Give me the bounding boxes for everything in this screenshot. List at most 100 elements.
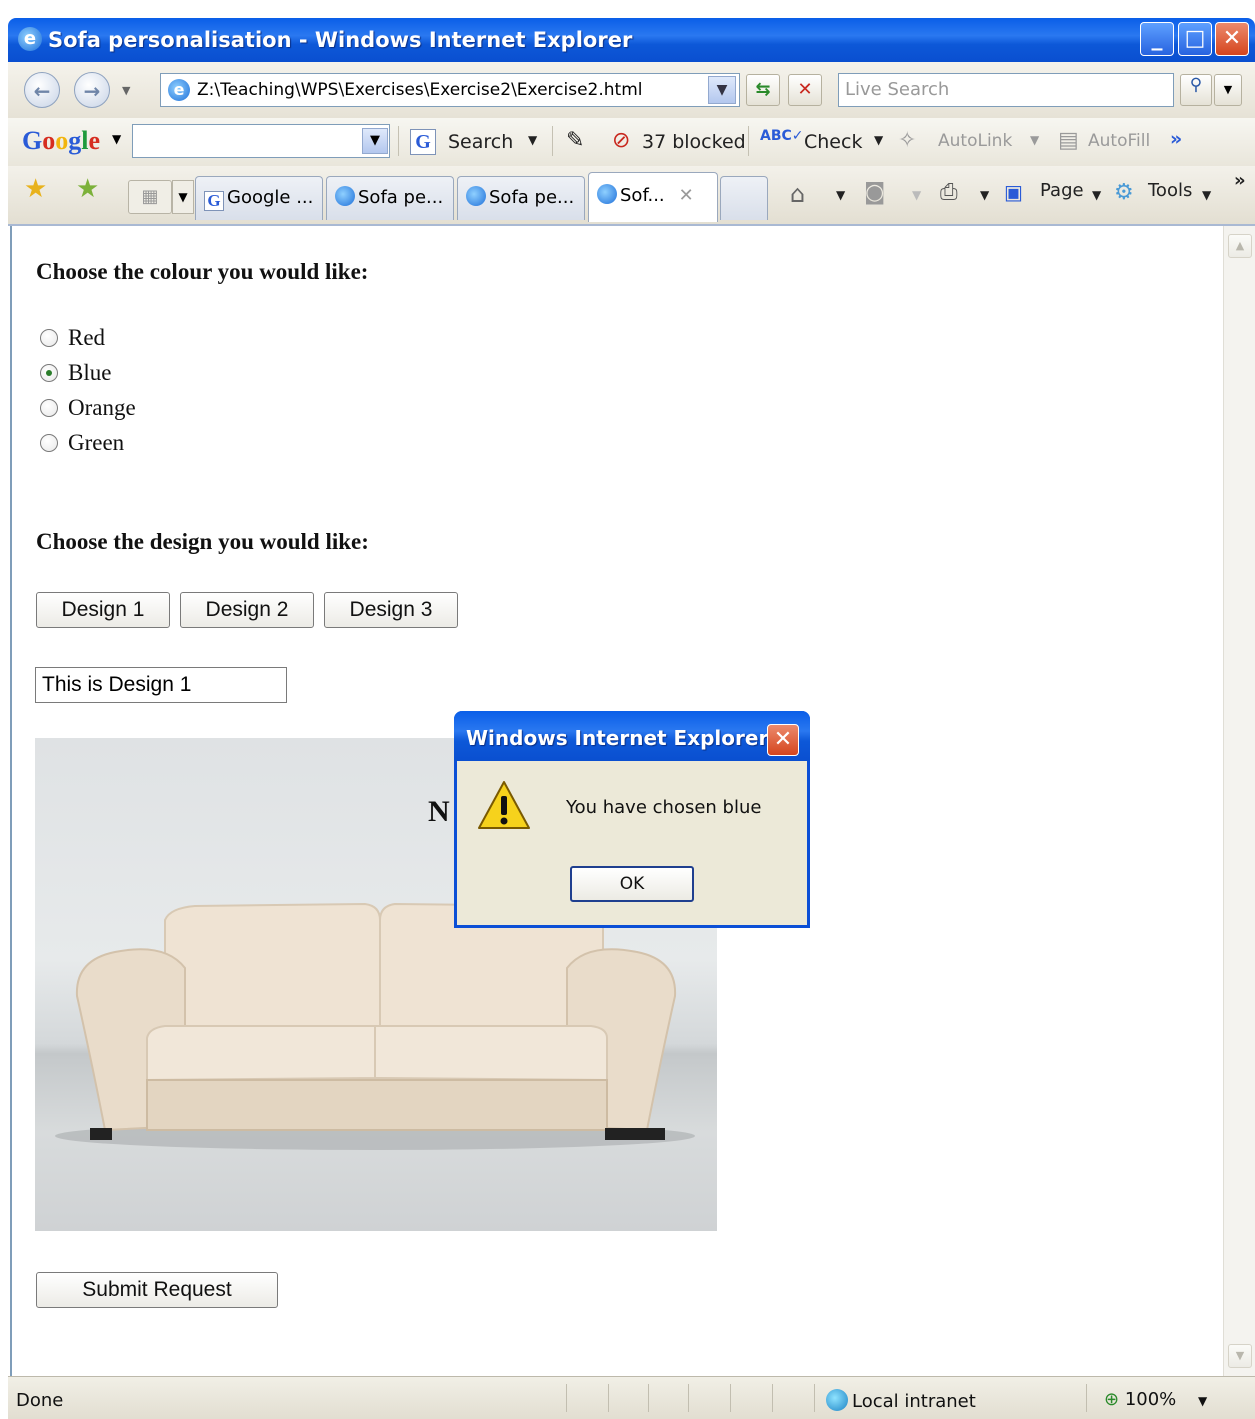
favorites-star-icon[interactable]: ★ bbox=[24, 174, 47, 204]
search-button[interactable]: ⚲ bbox=[1180, 74, 1212, 106]
zoom-control[interactable]: ⊕ 100% ▼ bbox=[1104, 1389, 1207, 1410]
intranet-globe-icon bbox=[826, 1389, 848, 1411]
stop-button[interactable]: ✕ bbox=[788, 74, 822, 106]
zoom-dropdown[interactable]: ▼ bbox=[1198, 1394, 1207, 1408]
tab-label: Sofa pe... bbox=[358, 187, 444, 208]
submit-request-button[interactable]: Submit Request bbox=[36, 1272, 278, 1308]
feeds-dropdown[interactable]: ▼ bbox=[912, 188, 921, 202]
autofill-button[interactable]: AutoFill bbox=[1088, 131, 1150, 151]
radio-red[interactable]: Red bbox=[40, 325, 105, 351]
home-dropdown[interactable]: ▼ bbox=[836, 188, 845, 202]
status-separator bbox=[566, 1384, 567, 1412]
check-button[interactable]: Check bbox=[804, 131, 862, 153]
radio-button-checked[interactable] bbox=[40, 364, 58, 382]
minimize-button[interactable]: _ bbox=[1140, 22, 1174, 56]
colour-heading: Choose the colour you would like: bbox=[36, 259, 369, 284]
google-menu-dropdown[interactable]: ▼ bbox=[112, 132, 121, 146]
scroll-up-icon[interactable]: ▲ bbox=[1228, 234, 1252, 258]
browser-window: e Sofa personalisation - Windows Interne… bbox=[0, 0, 1255, 1419]
image-heading: N bbox=[428, 795, 450, 828]
commandbar-overflow-chevron[interactable]: » bbox=[1234, 170, 1246, 191]
ok-button[interactable]: OK bbox=[570, 866, 694, 902]
google-search-dropdown[interactable]: ▼ bbox=[362, 128, 388, 154]
design-1-button[interactable]: Design 1 bbox=[36, 592, 170, 628]
tab-sofa-active[interactable]: Sof... ✕ bbox=[588, 172, 718, 222]
search-options-dropdown[interactable]: ▼ bbox=[1214, 74, 1242, 106]
quick-tabs-grid-icon: ▦ bbox=[141, 186, 159, 207]
google-search-button[interactable]: Search bbox=[448, 131, 513, 153]
close-button[interactable]: ✕ bbox=[1215, 22, 1249, 56]
pagerank-icon[interactable]: ✎ bbox=[566, 128, 584, 153]
home-icon[interactable]: ⌂ bbox=[790, 180, 805, 208]
radio-green[interactable]: Green bbox=[40, 430, 124, 456]
new-tab-button[interactable] bbox=[720, 176, 768, 220]
back-button[interactable]: ← bbox=[24, 72, 60, 108]
radio-button[interactable] bbox=[40, 434, 58, 452]
forward-arrow-icon: → bbox=[83, 79, 101, 103]
print-dropdown[interactable]: ▼ bbox=[980, 188, 989, 202]
dialog-title: Windows Internet Explorer bbox=[466, 726, 769, 750]
feeds-icon[interactable]: ◙ bbox=[864, 180, 885, 205]
stop-icon: ✕ bbox=[797, 79, 813, 100]
radio-button[interactable] bbox=[40, 329, 58, 347]
design-2-button[interactable]: Design 2 bbox=[180, 592, 314, 628]
status-text: Done bbox=[16, 1390, 64, 1411]
recent-pages-dropdown[interactable]: ▼ bbox=[122, 84, 130, 97]
toolbar-separator bbox=[748, 126, 749, 156]
autofill-icon: ▤ bbox=[1058, 128, 1079, 153]
page-dropdown[interactable]: ▼ bbox=[1092, 188, 1101, 202]
warning-icon bbox=[476, 778, 532, 839]
ie-logo-icon: e bbox=[18, 27, 42, 51]
radio-orange[interactable]: Orange bbox=[40, 395, 136, 421]
tools-dropdown[interactable]: ▼ bbox=[1202, 188, 1211, 202]
google-logo[interactable]: Google bbox=[22, 126, 100, 156]
address-input[interactable]: Z:\Teaching\WPS\Exercises\Exercise2\Exer… bbox=[160, 73, 740, 107]
radio-button[interactable] bbox=[40, 399, 58, 417]
vertical-scrollbar[interactable]: ▲ ▼ bbox=[1223, 226, 1255, 1376]
radio-blue[interactable]: Blue bbox=[40, 360, 111, 386]
status-separator bbox=[688, 1384, 689, 1412]
security-zone[interactable]: Local intranet bbox=[826, 1389, 976, 1412]
tab-sofa-1[interactable]: Sofa pe... bbox=[326, 176, 454, 220]
tab-sofa-2[interactable]: Sofa pe... bbox=[457, 176, 585, 220]
tab-label: Google ... bbox=[227, 187, 314, 208]
scroll-down-icon[interactable]: ▼ bbox=[1228, 1344, 1252, 1368]
maximize-button[interactable]: □ bbox=[1178, 22, 1212, 56]
radio-label: Green bbox=[68, 430, 125, 455]
address-dropdown-button[interactable]: ▼ bbox=[708, 76, 736, 104]
zoom-level: 100% bbox=[1124, 1389, 1177, 1410]
ie-icon bbox=[335, 186, 355, 206]
design-3-button[interactable]: Design 3 bbox=[324, 592, 458, 628]
google-search-input[interactable] bbox=[132, 124, 390, 158]
radio-label: Red bbox=[68, 325, 106, 350]
forward-button[interactable]: → bbox=[74, 72, 110, 108]
toolbar-overflow-chevron[interactable]: » bbox=[1170, 128, 1182, 150]
radio-label: Blue bbox=[68, 360, 112, 385]
search-options-caret[interactable]: ▼ bbox=[528, 133, 537, 147]
page-favicon-icon: e bbox=[168, 79, 190, 101]
design-textbox[interactable]: This is Design 1 bbox=[35, 667, 287, 703]
add-favorites-icon[interactable]: ★ bbox=[76, 174, 99, 204]
magnifier-icon: ⚲ bbox=[1189, 75, 1203, 95]
tab-google[interactable]: G Google ... bbox=[195, 176, 323, 220]
autolink-button[interactable]: AutoLink bbox=[938, 131, 1012, 151]
refresh-button[interactable]: ⇆ bbox=[746, 74, 780, 106]
toolbar-separator bbox=[398, 126, 399, 156]
status-separator bbox=[1086, 1384, 1087, 1412]
google-icon: G bbox=[204, 191, 224, 211]
page-menu[interactable]: Page bbox=[1040, 180, 1084, 201]
print-icon[interactable]: ⎙ bbox=[940, 180, 958, 205]
tools-menu[interactable]: Tools bbox=[1148, 180, 1192, 201]
tab-list-dropdown[interactable]: ▼ bbox=[172, 180, 194, 214]
zoom-icon: ⊕ bbox=[1104, 1389, 1120, 1410]
dialog-close-button[interactable]: ✕ bbox=[767, 724, 799, 756]
check-options-caret[interactable]: ▼ bbox=[874, 133, 883, 147]
close-tab-icon[interactable]: ✕ bbox=[679, 185, 694, 206]
popup-blocked-count[interactable]: 37 blocked bbox=[642, 131, 746, 153]
status-bar bbox=[8, 1376, 1255, 1419]
popup-blocker-icon: ⊘ bbox=[612, 128, 631, 153]
quick-tabs-button[interactable]: ▦ bbox=[128, 180, 172, 214]
live-search-input[interactable]: Live Search bbox=[838, 73, 1174, 107]
toolbar-separator bbox=[552, 126, 553, 156]
autolink-caret[interactable]: ▼ bbox=[1030, 133, 1039, 147]
